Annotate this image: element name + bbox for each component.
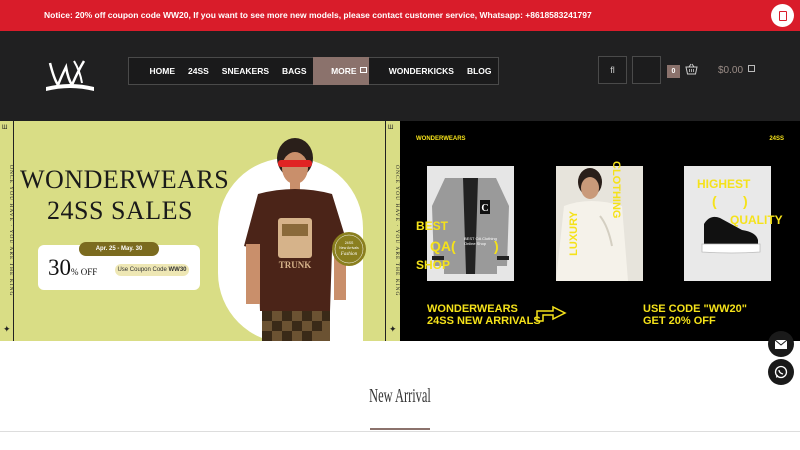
coupon-prefix: Use Coupon Code bbox=[117, 267, 169, 273]
offer-percent: 30% OFF bbox=[48, 255, 97, 281]
title-underline bbox=[370, 428, 430, 430]
jacket-label: BEST OA Clothing Online Shop bbox=[464, 236, 497, 246]
banner-brand: WONDERWEARS bbox=[416, 136, 466, 142]
site-header: HOME 24SS SNEAKERS BAGS MORE WONDERKICKS… bbox=[0, 31, 800, 121]
coupon-code: WW30 bbox=[168, 267, 187, 273]
plus-icon: ✦ bbox=[389, 324, 397, 334]
pointing-hand-icon bbox=[536, 305, 567, 322]
text-qua: QA( bbox=[430, 238, 456, 254]
strip-text: ONCE YOU HAVE · YOU ARE THE KING bbox=[394, 165, 400, 297]
banner-title: WONDERWEARS 24SS SALES bbox=[20, 164, 230, 226]
offer-percent-unit: % OFF bbox=[71, 267, 98, 277]
bottom-left-line2: 24SS NEW ARRIVALS bbox=[427, 315, 541, 327]
shirt-text: TRUNK bbox=[279, 260, 312, 270]
nav-item-home[interactable]: HOME bbox=[143, 57, 182, 85]
banner-new-arrivals[interactable]: WONDERWEARS 24SS C BEST QA( ) SHOP BEST … bbox=[400, 121, 800, 341]
section-title: New Arrival bbox=[369, 385, 431, 407]
basket-icon bbox=[685, 63, 698, 75]
main-nav: HOME 24SS SNEAKERS BAGS MORE WONDERKICKS… bbox=[128, 57, 499, 85]
bottom-left-line1: WONDERWEARS bbox=[427, 303, 518, 315]
text-luxury: LUXURY bbox=[568, 211, 580, 256]
new-arrivals-badge: 24SS New Arrivals Fashion bbox=[332, 232, 366, 266]
notice-bar: Notice: 20% off coupon code WW20, If you… bbox=[0, 0, 800, 31]
account-button[interactable] bbox=[632, 56, 661, 84]
cart-count-badge: 0 bbox=[667, 65, 680, 78]
nav-item-bags[interactable]: BAGS bbox=[276, 57, 314, 85]
banner-season: 24SS bbox=[769, 136, 784, 142]
bottom-right-line1: USE CODE "WW20" bbox=[643, 303, 747, 315]
offer-percent-value: 30 bbox=[48, 255, 71, 280]
badge-line1: 24SS bbox=[345, 241, 354, 245]
banner-right-strip: Ш ONCE YOU HAVE · YOU ARE THE KING ✦ bbox=[385, 121, 400, 341]
paren-close: ) bbox=[743, 193, 748, 209]
banner-title-line1: WONDERWEARS bbox=[20, 165, 230, 194]
plus-icon: ✦ bbox=[3, 324, 11, 334]
banner-title-line2: 24SS SALES bbox=[47, 196, 193, 225]
strip-text: ONCE YOU HAVE · YOU ARE THE KING bbox=[8, 165, 14, 297]
search-icon: fl bbox=[610, 65, 615, 75]
bottom-right-line2: GET 20% OFF bbox=[643, 315, 716, 327]
nav-item-more-label: MORE bbox=[331, 66, 357, 76]
strip-mark: Ш bbox=[2, 125, 8, 131]
search-button[interactable]: fl bbox=[598, 56, 627, 84]
badge-line2: New Arrivals bbox=[339, 246, 359, 250]
banner-sales[interactable]: Ш ONCE YOU HAVE · YOU ARE THE KING ✦ Ш O… bbox=[0, 121, 400, 343]
email-button[interactable] bbox=[768, 331, 794, 357]
close-icon bbox=[778, 10, 787, 21]
offer-coupon-code: Use Coupon Code WW30 bbox=[115, 264, 189, 276]
text-shop: SHOP bbox=[416, 258, 451, 272]
whatsapp-icon bbox=[774, 365, 788, 379]
offer-date: Apr. 25 - May. 30 bbox=[79, 242, 159, 256]
paren-open: ( bbox=[712, 193, 717, 209]
banner-bottom-left: WONDERWEARS 24SS NEW ARRIVALS bbox=[427, 303, 541, 327]
notice-text: Notice: 20% off coupon code WW20, If you… bbox=[44, 10, 592, 20]
svg-text:C: C bbox=[481, 203, 488, 214]
text-clothing: CLOTHING bbox=[610, 161, 622, 219]
cart-total[interactable]: $0.00 bbox=[718, 65, 743, 76]
strip-mark: Ш bbox=[388, 125, 394, 131]
text-quality: QUALITY bbox=[730, 213, 783, 227]
cart-dropdown-icon[interactable] bbox=[748, 65, 755, 72]
banner-left-strip: Ш ONCE YOU HAVE · YOU ARE THE KING ✦ bbox=[0, 121, 14, 341]
nav-item-sneakers[interactable]: SNEAKERS bbox=[215, 57, 275, 85]
email-icon bbox=[775, 339, 787, 349]
nav-item-24ss[interactable]: 24SS bbox=[182, 57, 216, 85]
notice-close-button[interactable] bbox=[771, 4, 794, 27]
badge-line3: Fashion bbox=[340, 252, 358, 257]
text-best: BEST bbox=[416, 219, 449, 233]
whatsapp-button[interactable] bbox=[768, 359, 794, 385]
divider bbox=[0, 431, 800, 432]
logo[interactable] bbox=[44, 57, 96, 95]
nav-item-wonderkicks[interactable]: WONDERKICKS bbox=[382, 57, 460, 85]
dropdown-icon bbox=[360, 67, 368, 73]
page: Notice: 20% off coupon code WW20, If you… bbox=[0, 0, 800, 450]
banner-bottom-right: USE CODE "WW20" GET 20% OFF bbox=[643, 303, 747, 327]
nav-item-blog[interactable]: BLOG bbox=[460, 57, 498, 85]
text-highest: HIGHEST bbox=[697, 177, 751, 191]
cart-button[interactable]: 0 bbox=[667, 56, 705, 84]
nav-item-more[interactable]: MORE bbox=[313, 57, 370, 85]
